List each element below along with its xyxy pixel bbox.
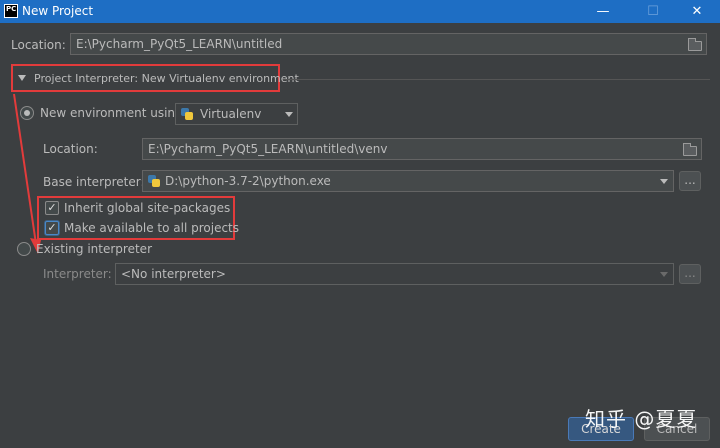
python-icon (181, 108, 193, 120)
zhihu-watermark: 知乎 @夏夏 (585, 407, 698, 431)
interpreter-section-title[interactable]: Project Interpreter: New Virtualenv envi… (34, 72, 299, 85)
folder-icon[interactable] (688, 38, 702, 51)
base-interpreter-select[interactable]: D:\python-3.7-2\python.exe (142, 170, 674, 192)
minimize-icon[interactable]: — (580, 0, 626, 23)
project-location-label: Location: (11, 38, 66, 52)
pycharm-logo-icon: PC (4, 4, 18, 18)
chevron-down-icon[interactable] (285, 112, 293, 117)
new-environment-radio[interactable] (20, 106, 34, 120)
make-available-checkbox[interactable]: ✓ (45, 221, 59, 235)
make-available-label[interactable]: Make available to all projects (64, 221, 239, 235)
chevron-down-icon[interactable] (660, 179, 668, 184)
venv-location-field[interactable]: E:\Pycharm_PyQt5_LEARN\untitled\venv (142, 138, 702, 160)
interpreter-label: Interpreter: (43, 267, 112, 281)
existing-interpreter-browse-button: ... (679, 264, 701, 284)
maximize-icon: ☐ (647, 4, 659, 19)
base-interpreter-browse-button[interactable]: ... (679, 171, 701, 191)
existing-interpreter-radio[interactable] (17, 242, 31, 256)
collapse-triangle-icon[interactable] (18, 75, 26, 81)
environment-tool-select[interactable]: Virtualenv (175, 103, 298, 125)
new-environment-label[interactable]: New environment using (40, 106, 183, 120)
existing-interpreter-label[interactable]: Existing interpreter (36, 242, 152, 256)
project-location-field[interactable]: E:\Pycharm_PyQt5_LEARN\untitled (70, 33, 707, 55)
base-interpreter-label: Base interpreter: (43, 175, 145, 189)
chevron-down-icon (660, 272, 668, 277)
python-icon (148, 175, 160, 187)
inherit-packages-checkbox[interactable]: ✓ (45, 201, 59, 215)
inherit-packages-label[interactable]: Inherit global site-packages (64, 201, 230, 215)
window-title: New Project (22, 4, 94, 18)
close-icon[interactable]: ✕ (674, 0, 720, 23)
folder-icon[interactable] (683, 143, 697, 156)
existing-interpreter-select: <No interpreter> (115, 263, 674, 285)
venv-location-label: Location: (43, 142, 98, 156)
section-divider (283, 79, 710, 80)
